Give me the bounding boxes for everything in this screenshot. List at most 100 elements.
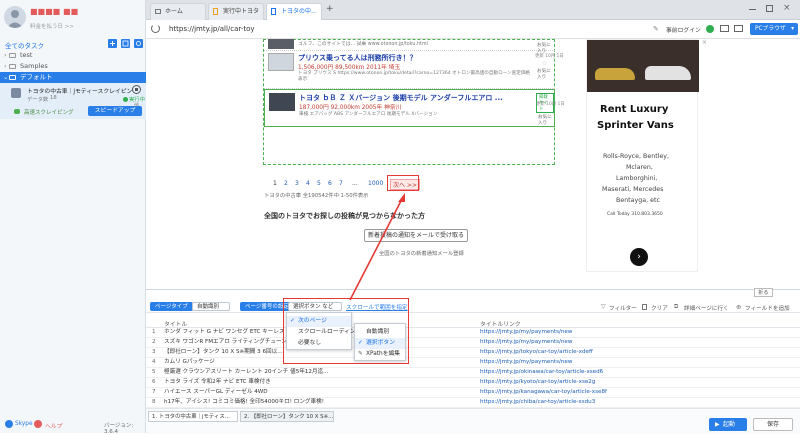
table-row[interactable]: 8 h17年、アイシス! コミコミ価格! 全印54000キロ! ロング車検! htt… [146,398,800,408]
clear-button[interactable]: クリア [651,304,668,312]
row-link: https://jmty.jp/my/payments/new [480,339,573,345]
table-row[interactable]: 2 スズキ ワゴンR FMエアロ ライティングチューンブ... https://jm… [146,338,800,348]
ad-brand-1: Rolls-Royce, Bentley, [603,153,670,160]
folder-label: デフォルト [20,73,53,81]
column-header-title: タイトル [164,322,188,328]
all-tasks-label[interactable]: 全てのタスク [5,40,44,50]
detail-page-button[interactable]: 詳細ページに行く [684,304,729,312]
favorite-label[interactable]: お気に入り [537,68,555,80]
chevron-down-icon: ⌄ [3,73,9,81]
task-stop-icon[interactable] [132,85,141,94]
page-link-4[interactable]: 4 [306,180,310,187]
paging-menu-highlight [283,298,409,364]
avatar[interactable] [4,6,26,28]
ad-headline-2: Sprinter Vans [597,120,674,131]
url-input[interactable]: https://jmty.jp/all/car-toy [169,25,255,33]
extraction-panel: 折る ページタイプ 自動識別 ページ番号の設定 選択ボタン など スクロールで範… [146,288,800,434]
help-link[interactable]: ヘルプ [45,421,62,430]
page-link-6[interactable]: 6 [328,180,332,187]
start-button[interactable]: ▶ 起動 [709,418,747,431]
minimize-icon[interactable] [749,9,756,10]
collapse-label: 折る [758,290,769,296]
chevron-right-icon: › [4,51,7,59]
step-tab-label: 2. 【即社ローン】タンク 10 X S※... [244,414,334,420]
filter-button[interactable]: フィルター [609,304,637,312]
page-link-2[interactable]: 2 [284,180,288,187]
folder-test[interactable]: › test [0,50,146,61]
page-link-1[interactable]: 1 [273,180,277,187]
settings-icon[interactable] [134,39,143,48]
browser-tab-bar: ホーム 実行中トヨタ トヨタの中... + × [146,0,800,20]
home-icon [155,9,161,14]
filter-icon[interactable]: ▽ [601,303,606,310]
ad-banner[interactable]: Rent Luxury Sprinter Vans Rolls-Royce, B… [586,39,699,272]
skype-link[interactable]: Skype [15,421,33,427]
tab-current[interactable]: トヨタの中... [266,3,322,20]
listing-item[interactable]: プリウス乗ってる人は刑務所行き！？ 1,506,000円 89,500km 20… [264,51,564,89]
page-link-1000[interactable]: 1000 [368,180,383,187]
star-icon[interactable]: ☆ [542,60,547,67]
table-row[interactable]: 3 【即社ローン】タンク 10 X S※期間 3 6回以... https://jm… [146,348,800,358]
table-header: タイトル タイトルリンク [146,317,800,328]
extension-icon[interactable] [706,25,714,33]
pre-login-button[interactable]: 事前ログイン [666,25,701,34]
close-icon[interactable]: × [783,3,791,13]
import-task-icon[interactable] [121,39,130,48]
save-button[interactable]: 保存 [753,418,793,431]
trash-icon[interactable] [642,304,647,310]
not-found-heading: 全国のトヨタでお探しの投稿が見つからなかった方 [264,212,425,220]
folder-samples[interactable]: › Samples [0,61,146,72]
step-tab-2[interactable]: 2. 【即社ローン】タンク 10 X S※... [240,411,334,422]
notify-button[interactable]: 新着投稿の通知をメールで受け取る [364,229,468,242]
pc-browser-button[interactable]: PCブラウザ ▾ [750,23,798,35]
pc-browser-label: PCブラウザ [755,26,786,32]
page-link-5[interactable]: 5 [317,180,321,187]
arrow-right-icon[interactable]: › [630,248,648,266]
new-tab-button[interactable]: + [326,4,334,14]
add-icon[interactable]: ⊕ [736,303,741,311]
add-field-button[interactable]: フィールドを追加 [745,304,790,312]
link-icon[interactable]: ⧉ [674,303,678,311]
task-item[interactable]: トヨタの中古車｜jモティースクレイピン データ数 18 実行中 他 高速スクレイ… [0,83,146,119]
table-row[interactable]: 7 ハイエース スーパーGL ディーゼル 4WD https://jmty.jp/k… [146,388,800,398]
tab-home[interactable]: ホーム [150,3,206,20]
tab-running[interactable]: 実行中トヨタ [208,3,264,20]
maximize-icon[interactable] [766,5,773,12]
row-link: https://jmty.jp/chiba/car-toy/article-xs… [480,399,596,405]
page-type-select[interactable]: 自動識別 [192,302,230,311]
chevron-down-icon: ▾ [791,26,794,32]
page-link-7[interactable]: 7 [339,180,343,187]
table-row[interactable]: 1 ホンダ フィット G ナビ ワンセグ ETC キーレス https://jmty… [146,328,800,338]
edit-icon[interactable]: ✎ [653,25,659,33]
row-number: 3 [152,349,156,355]
step-tab-1[interactable]: 1. トヨタの中古車｜jモティス... [148,411,238,422]
plan-link[interactable]: 料金を払う日 >> [30,22,74,30]
reload-icon[interactable] [151,24,160,33]
row-title: トヨタ ライズ 令和2年 ナビ ETC 車検付き [164,379,271,385]
ad-close-icon[interactable]: × [702,39,707,46]
row-number: 7 [152,389,156,395]
skype-icon[interactable] [5,420,13,428]
listing-item[interactable]: ゴルフ、このサイトでは... 試乗 www.otonon.jp/toku.htm… [264,39,555,54]
running-icon [123,97,128,102]
listing-desc: 車検 エアバッグ ABS アンダーフルエアロ 後期モデル Xバージョン [299,112,438,117]
row-link: https://jmty.jp/my/payments/new [480,329,573,335]
layout-icon[interactable] [734,25,743,32]
page-link-3[interactable]: 3 [295,180,299,187]
favorite-label[interactable]: お気に入り [538,114,554,126]
doc-icon [213,8,218,15]
help-icon[interactable] [34,420,42,428]
listing-item[interactable]: トヨタ ｂＢ Ｚ Ｘバージョン 後期モデル アンダーフルエアロ ... 187,… [264,89,565,127]
new-task-icon[interactable] [108,39,117,48]
collapse-button[interactable]: 折る [754,288,773,297]
step-tab-label: 1. トヨタの中古車｜jモティス... [152,414,230,420]
screen-icon[interactable] [720,25,729,32]
tab-label: 実行中トヨタ [223,8,260,15]
speedup-button[interactable]: スピードアップ [88,106,142,116]
row-link: https://jmty.jp/okinawa/car-toy/article-… [480,369,604,375]
table-row[interactable]: 5 極厳選 クラウンアスリート カーレント 20インチ 値5年12月迄... htt… [146,368,800,378]
folder-icon [9,53,16,58]
table-row[interactable]: 6 トヨタ ライズ 令和2年 ナビ ETC 車検付き https://jmty.jp… [146,378,800,388]
table-row[interactable]: 4 カムリ Gパッケージ https://jmty.jp/my/payments/n… [146,358,800,368]
folder-default[interactable]: ⌄ デフォルト [0,72,146,83]
